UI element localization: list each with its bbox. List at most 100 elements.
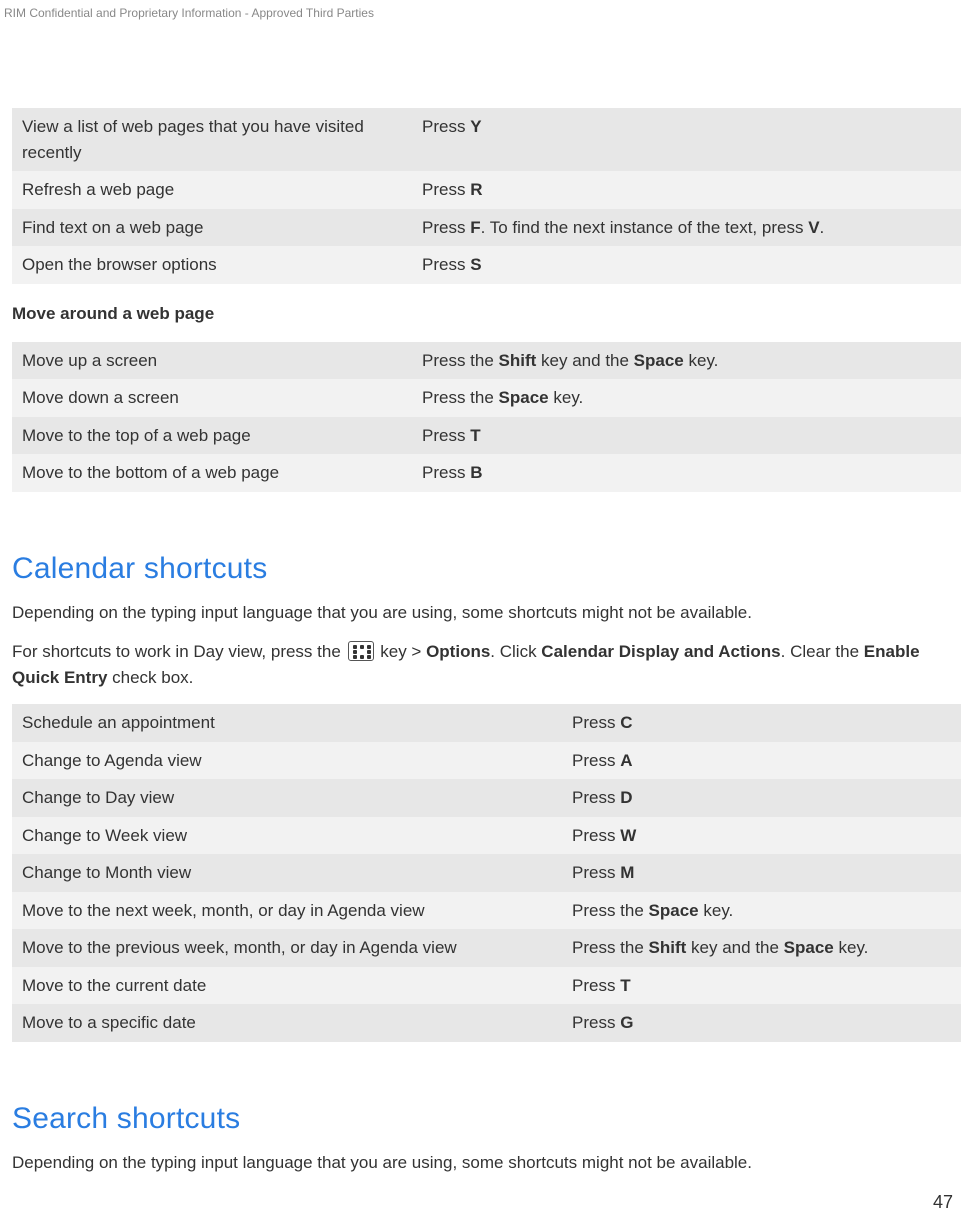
table-row: Move down a screenPress the Space key. <box>12 379 961 417</box>
key-name: F <box>470 218 480 237</box>
text: Press <box>422 180 470 199</box>
bold-calendar-display: Calendar Display and Actions <box>541 642 780 661</box>
calendar-note-2: For shortcuts to work in Day view, press… <box>12 639 961 690</box>
text: Press <box>422 463 470 482</box>
move-around-subheading: Move around a web page <box>12 304 961 324</box>
text: . <box>820 218 825 237</box>
shortcut-action: Open the browser options <box>12 246 412 284</box>
table-row: View a list of web pages that you have v… <box>12 108 961 171</box>
table-row: Change to Week viewPress W <box>12 817 961 855</box>
key-name: B <box>470 463 482 482</box>
shortcut-key: Press B <box>412 454 961 492</box>
text: . Click <box>490 642 541 661</box>
text: Press the <box>572 901 649 920</box>
table-row: Move to the bottom of a web pagePress B <box>12 454 961 492</box>
key-name: G <box>620 1013 633 1032</box>
text: For shortcuts to work in Day view, press… <box>12 642 346 661</box>
key-name: Space <box>784 938 834 957</box>
text: Press <box>572 751 620 770</box>
menu-key-icon <box>348 641 374 661</box>
key-name: A <box>620 751 632 770</box>
text: Press <box>422 255 470 274</box>
text: . To find the next instance of the text,… <box>481 218 809 237</box>
key-name: S <box>470 255 481 274</box>
table-row: Change to Agenda viewPress A <box>12 742 961 780</box>
text: Press <box>572 863 620 882</box>
page-content: View a list of web pages that you have v… <box>0 0 973 1175</box>
confidential-header: RIM Confidential and Proprietary Informa… <box>4 6 374 20</box>
table-row: Move to the current datePress T <box>12 967 961 1005</box>
shortcut-key: Press A <box>562 742 961 780</box>
text: Press <box>572 826 620 845</box>
shortcut-action: Change to Agenda view <box>12 742 562 780</box>
text: Press <box>422 117 470 136</box>
shortcut-key: Press G <box>562 1004 961 1042</box>
shortcut-key: Press T <box>562 967 961 1005</box>
shortcut-action: Move to the bottom of a web page <box>12 454 412 492</box>
shortcut-action: Move down a screen <box>12 379 412 417</box>
text: Press <box>422 426 470 445</box>
key-name: D <box>620 788 632 807</box>
shortcut-key: Press the Space key. <box>412 379 961 417</box>
key-name: Space <box>649 901 699 920</box>
text: key and the <box>536 351 633 370</box>
shortcut-key: Press C <box>562 704 961 742</box>
key-name: M <box>620 863 634 882</box>
calendar-shortcuts-heading: Calendar shortcuts <box>12 552 961 586</box>
shortcut-key: Press T <box>412 417 961 455</box>
key-name: R <box>470 180 482 199</box>
text: Press <box>572 788 620 807</box>
shortcut-action: Change to Day view <box>12 779 562 817</box>
text: Press the <box>422 351 499 370</box>
key-name: Shift <box>499 351 537 370</box>
text: Press the <box>422 388 499 407</box>
key-name: V <box>808 218 819 237</box>
text: Press <box>572 976 620 995</box>
calendar-note-1: Depending on the typing input language t… <box>12 600 961 626</box>
shortcut-action: Move to the top of a web page <box>12 417 412 455</box>
shortcut-action: Schedule an appointment <box>12 704 562 742</box>
shortcut-key: Press the Shift key and the Space key. <box>562 929 961 967</box>
browser-shortcuts-table: View a list of web pages that you have v… <box>12 108 961 284</box>
table-row: Find text on a web pagePress F. To find … <box>12 209 961 247</box>
search-note-1: Depending on the typing input language t… <box>12 1150 961 1176</box>
shortcut-action: Move to a specific date <box>12 1004 562 1042</box>
key-name: T <box>620 976 630 995</box>
shortcut-action: View a list of web pages that you have v… <box>12 108 412 171</box>
table-row: Open the browser optionsPress S <box>12 246 961 284</box>
key-name: W <box>620 826 636 845</box>
calendar-shortcuts-table: Schedule an appointmentPress CChange to … <box>12 704 961 1042</box>
shortcut-action: Change to Month view <box>12 854 562 892</box>
shortcut-key: Press R <box>412 171 961 209</box>
text: key. <box>549 388 584 407</box>
key-name: Shift <box>649 938 687 957</box>
bold-options: Options <box>426 642 490 661</box>
shortcut-key: Press F. To find the next instance of th… <box>412 209 961 247</box>
text: Press <box>572 713 620 732</box>
page-number: 47 <box>933 1192 953 1213</box>
text: Press <box>422 218 470 237</box>
move-around-table: Move up a screenPress the Shift key and … <box>12 342 961 492</box>
table-row: Change to Day view Press D <box>12 779 961 817</box>
text: Press <box>572 1013 620 1032</box>
shortcut-action: Refresh a web page <box>12 171 412 209</box>
table-row: Move up a screenPress the Shift key and … <box>12 342 961 380</box>
search-shortcuts-heading: Search shortcuts <box>12 1102 961 1136</box>
table-row: Change to Month viewPress M <box>12 854 961 892</box>
text: key > <box>376 642 427 661</box>
text: key. <box>699 901 734 920</box>
key-name: T <box>470 426 480 445</box>
shortcut-key: Press S <box>412 246 961 284</box>
key-name: Space <box>634 351 684 370</box>
shortcut-action: Move to the current date <box>12 967 562 1005</box>
shortcut-key: Press the Shift key and the Space key. <box>412 342 961 380</box>
shortcut-key: Press M <box>562 854 961 892</box>
key-name: Space <box>499 388 549 407</box>
shortcut-key: Press the Space key. <box>562 892 961 930</box>
table-row: Move to the previous week, month, or day… <box>12 929 961 967</box>
shortcut-action: Find text on a web page <box>12 209 412 247</box>
text: key. <box>834 938 869 957</box>
text: Press the <box>572 938 649 957</box>
table-row: Schedule an appointmentPress C <box>12 704 961 742</box>
table-row: Move to a specific datePress G <box>12 1004 961 1042</box>
